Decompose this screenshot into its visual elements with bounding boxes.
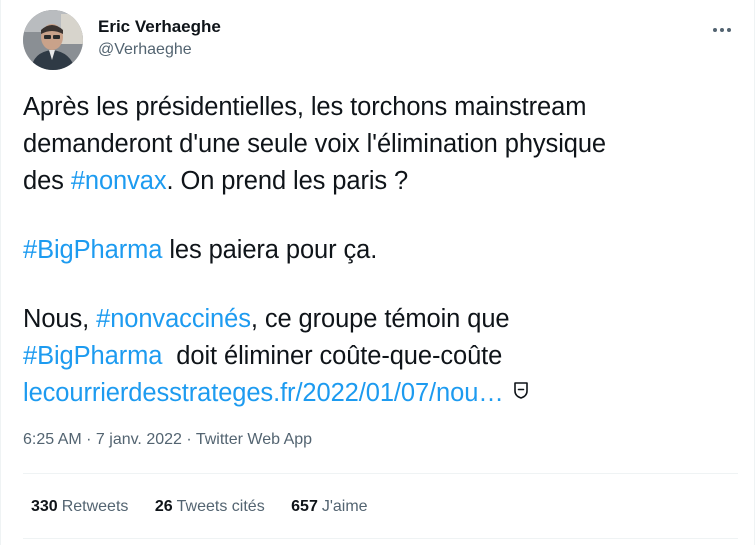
divider — [23, 538, 738, 539]
hashtag-nonvax[interactable]: #nonvax — [71, 167, 167, 195]
tweet-text-segment: les paiera pour ça. — [162, 236, 378, 264]
tweet-line-1: Après les présidentielles, les torchons … — [23, 93, 587, 121]
hashtag-nonvaccines[interactable]: #nonvaccinés — [96, 305, 251, 333]
link-card-icon[interactable] — [512, 373, 530, 410]
tweet-text-segment: des — [23, 167, 71, 195]
retweets-label: Retweets — [61, 498, 129, 515]
more-options-icon[interactable] — [710, 18, 734, 42]
tweet-line-5: Nous, #nonvaccinés, ce groupe témoin que — [23, 301, 738, 338]
tweet-date[interactable]: 7 janv. 2022 — [96, 431, 182, 448]
likes-label: J'aime — [321, 498, 368, 515]
quote-tweets-stat[interactable]: 26 Tweets cités — [155, 497, 265, 517]
hashtag-bigpharma-2[interactable]: #BigPharma — [23, 342, 162, 370]
meta-separator: · — [81, 431, 96, 448]
article-link[interactable]: lecourrierdesstrateges.fr/2022/01/07/nou… — [23, 379, 504, 407]
quote-tweets-label: Tweets cités — [176, 498, 265, 515]
avatar[interactable] — [23, 10, 83, 70]
tweet-text-segment: Nous, — [23, 305, 97, 333]
tweet-text-segment: , ce groupe témoin que — [250, 305, 510, 333]
tweet-text: Après les présidentielles, les torchons … — [23, 89, 738, 412]
likes-stat[interactable]: 657 J'aime — [291, 497, 367, 517]
tweet-card: Eric Verhaeghe @Verhaeghe Après les prés… — [0, 0, 755, 545]
author-display-name[interactable]: Eric Verhaeghe — [98, 16, 221, 37]
tweet-header: Eric Verhaeghe @Verhaeghe — [23, 10, 738, 70]
likes-count: 657 — [291, 498, 318, 515]
author-handle[interactable]: @Verhaeghe — [98, 40, 221, 60]
meta-separator: · — [181, 431, 196, 448]
author-info: Eric Verhaeghe @Verhaeghe — [98, 16, 221, 60]
quote-tweets-count: 26 — [154, 498, 173, 515]
hashtag-bigpharma[interactable]: #BigPharma — [23, 236, 162, 264]
tweet-text-segment: doit éliminer coûte-que-coûte — [162, 342, 503, 370]
retweets-stat[interactable]: 330 Retweets — [31, 497, 128, 517]
tweet-text-segment: . On prend les paris ? — [166, 167, 409, 195]
tweet-line-7: lecourrierdesstrateges.fr/2022/01/07/nou… — [23, 375, 738, 412]
tweet-line-2: demanderont d'une seule voix l'éliminati… — [23, 130, 607, 158]
retweets-count: 330 — [31, 498, 58, 515]
tweet-source[interactable]: Twitter Web App — [196, 431, 312, 448]
tweet-metadata: 6:25 AM · 7 janv. 2022 · Twitter Web App — [23, 430, 312, 450]
tweet-line-4: #BigPharma les paiera pour ça. — [23, 232, 738, 269]
tweet-time[interactable]: 6:25 AM — [23, 431, 82, 448]
divider — [23, 473, 738, 474]
tweet-line-6: #BigPharma doit éliminer coûte-que-coûte — [23, 338, 738, 375]
tweet-line-3: des #nonvax. On prend les paris ? — [23, 163, 738, 200]
tweet-stats: 330 Retweets 26 Tweets cités 657 J'aime — [31, 497, 390, 517]
